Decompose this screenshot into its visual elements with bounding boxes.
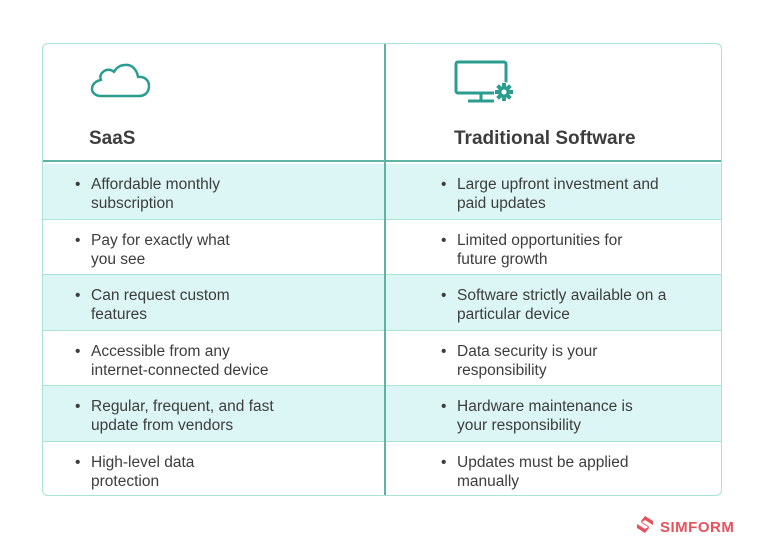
table-body: • Affordable monthly subscription • Large …: [43, 164, 721, 496]
saas-cell: • Can request custom features: [75, 286, 375, 324]
saas-cell: • Regular, frequent, and fast update from…: [75, 397, 375, 435]
traditional-cell: • Hardware maintenance is your responsibi…: [441, 397, 711, 435]
traditional-cell: • Large upfront investment and paid updat…: [441, 175, 711, 213]
bullet: •: [75, 176, 81, 193]
header-traditional: Traditional Software: [386, 44, 721, 162]
cell-text: Can request custom features: [91, 287, 230, 323]
table-row: • Pay for exactly what you see • Limited o…: [43, 220, 721, 275]
bullet: •: [75, 231, 81, 249]
column-divider: [384, 44, 386, 495]
simform-logo-text: SIMFORM: [660, 518, 735, 536]
bullet: •: [75, 342, 81, 360]
bullet: •: [441, 176, 447, 193]
cell-text: High-level data protection: [91, 453, 195, 490]
cell-text: Pay for exactly what you see: [91, 231, 230, 268]
saas-cell: • High-level data protection: [75, 453, 375, 491]
cell-text: Limited opportunities for future growth: [457, 231, 623, 268]
traditional-cell: • Limited opportunities for future growth: [441, 231, 711, 269]
cell-text: Updates must be applied manually: [457, 453, 629, 490]
cell-text: Software strictly available on a particu…: [457, 287, 667, 323]
cell-text: Affordable monthly subscription: [91, 176, 220, 212]
header-saas: SaaS: [43, 44, 384, 162]
table-row: • Can request custom features • Software s…: [43, 275, 721, 331]
table-row: • High-level data protection • Updates mus…: [43, 442, 721, 496]
bullet: •: [441, 342, 447, 360]
simform-logo-icon: [636, 516, 654, 538]
traditional-cell: • Software strictly available on a partic…: [441, 286, 711, 324]
cell-text: Large upfront investment and paid update…: [457, 176, 659, 212]
table-row: • Regular, frequent, and fast update from…: [43, 386, 721, 442]
table-row: • Affordable monthly subscription • Large …: [43, 164, 721, 220]
bullet: •: [75, 453, 81, 471]
column-title-traditional: Traditional Software: [454, 128, 636, 149]
comparison-table: SaaS Traditional Software • Affordable m…: [42, 43, 722, 496]
bullet: •: [441, 287, 447, 304]
table-header: SaaS Traditional Software: [43, 44, 721, 162]
bullet: •: [75, 398, 81, 415]
cell-text: Data security is your responsibility: [457, 342, 598, 379]
cell-text: Accessible from any internet-connected d…: [91, 342, 269, 379]
cell-text: Regular, frequent, and fast update from …: [91, 398, 274, 434]
bullet: •: [441, 398, 447, 415]
table-row: • Accessible from any internet-connected …: [43, 331, 721, 386]
saas-cell: • Accessible from any internet-connected …: [75, 342, 375, 380]
bullet: •: [75, 287, 81, 304]
cloud-icon: [89, 60, 151, 105]
traditional-cell: • Updates must be applied manually: [441, 453, 711, 491]
column-title-saas: SaaS: [89, 128, 136, 149]
bullet: •: [441, 231, 447, 249]
cell-text: Hardware maintenance is your responsibil…: [457, 398, 633, 434]
traditional-cell: • Data security is your responsibility: [441, 342, 711, 380]
saas-cell: • Affordable monthly subscription: [75, 175, 375, 213]
monitor-gear-icon: [454, 59, 516, 110]
saas-cell: • Pay for exactly what you see: [75, 231, 375, 269]
simform-logo: SIMFORM: [636, 516, 734, 538]
bullet: •: [441, 453, 447, 471]
